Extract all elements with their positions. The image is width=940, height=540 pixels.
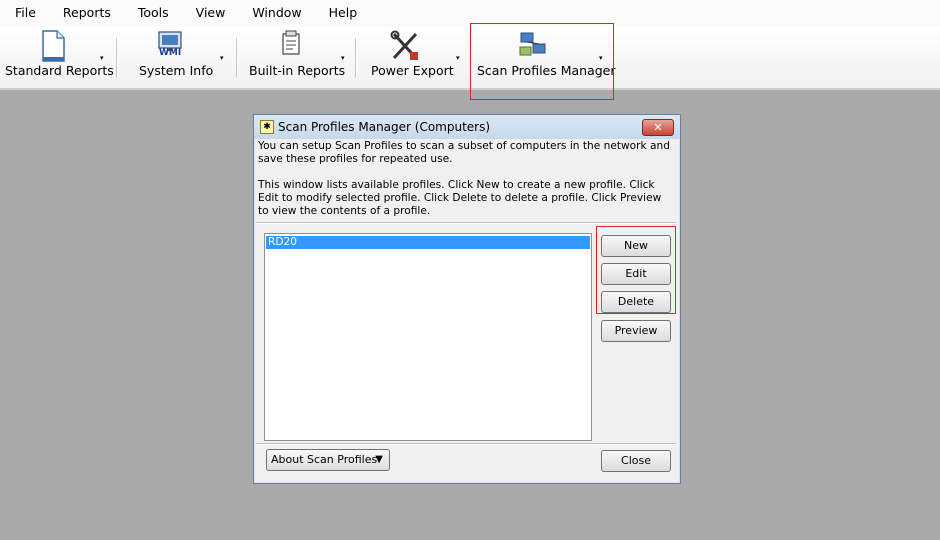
about-scan-profiles-button[interactable]: About Scan Profiles ▼ <box>266 449 390 471</box>
chevron-down-icon[interactable]: ▾ <box>220 54 224 62</box>
close-icon[interactable]: ✕ <box>642 119 674 136</box>
menu-window[interactable]: Window <box>237 0 313 26</box>
divider <box>256 443 676 445</box>
dialog-titlebar[interactable]: ✱ Scan Profiles Manager (Computers) ✕ <box>254 115 680 139</box>
description-paragraph-2: This window lists available profiles. Cl… <box>258 179 662 217</box>
system-info-button[interactable]: WMI System Info ▾ <box>120 26 232 88</box>
close-button[interactable]: Close <box>601 450 671 472</box>
wmi-badge: WMI <box>159 48 182 58</box>
menu-file[interactable]: File <box>0 0 48 26</box>
document-icon <box>42 30 65 62</box>
toolbar-separator <box>116 38 118 78</box>
list-item[interactable]: RD20 <box>266 236 590 249</box>
chevron-down-icon[interactable]: ▾ <box>341 54 345 62</box>
builtin-reports-label: Built-in Reports <box>249 63 346 78</box>
power-export-label: Power Export <box>371 63 454 78</box>
profiles-list[interactable]: RD20 <box>264 233 592 441</box>
power-export-button[interactable]: Power Export ▾ <box>360 26 468 88</box>
preview-button[interactable]: Preview <box>601 320 671 342</box>
chevron-down-icon[interactable]: ▾ <box>456 54 460 62</box>
app-icon: ✱ <box>260 120 274 134</box>
builtin-reports-button[interactable]: Built-in Reports ▾ <box>240 26 352 88</box>
tools-icon <box>390 30 418 60</box>
system-info-label: System Info <box>139 63 214 78</box>
menu-help[interactable]: Help <box>314 0 370 26</box>
report-icon <box>282 30 300 55</box>
dialog-title: Scan Profiles Manager (Computers) <box>278 120 491 134</box>
standard-reports-button[interactable]: Standard Reports ▾ <box>0 26 114 88</box>
toolbar-separator <box>236 38 238 78</box>
menu-view[interactable]: View <box>181 0 238 26</box>
menu-tools[interactable]: Tools <box>123 0 181 26</box>
standard-reports-label: Standard Reports <box>5 63 114 78</box>
chevron-down-icon[interactable]: ▾ <box>100 54 104 62</box>
menu-reports[interactable]: Reports <box>48 0 123 26</box>
about-scan-profiles-label: About Scan Profiles <box>271 453 378 466</box>
toolbar-separator <box>355 38 357 78</box>
buttons-highlight-box <box>596 226 676 314</box>
dialog-description: You can setup Scan Profiles to scan a su… <box>258 140 672 231</box>
divider <box>256 222 676 224</box>
dropdown-arrow-icon: ▼ <box>375 454 383 465</box>
description-paragraph-1: You can setup Scan Profiles to scan a su… <box>258 140 670 165</box>
toolbar-highlight-box <box>470 23 614 100</box>
